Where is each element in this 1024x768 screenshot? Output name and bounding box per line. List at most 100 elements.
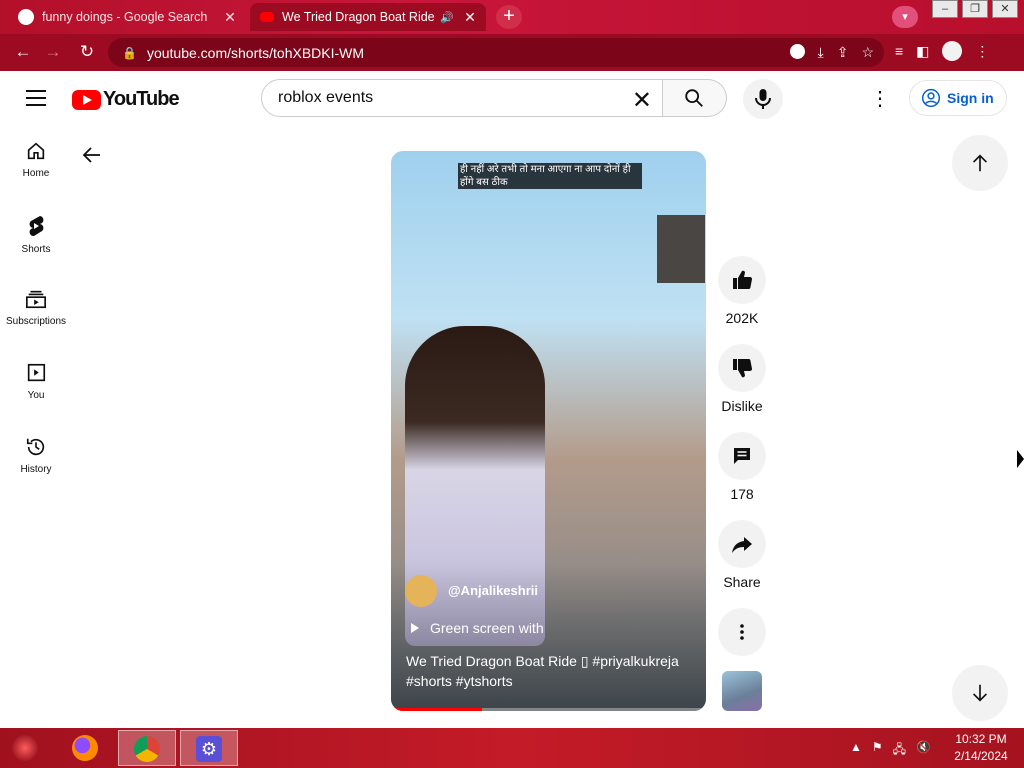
- more-vertical-icon: [740, 624, 744, 640]
- close-tab-icon[interactable]: ✕: [220, 9, 240, 26]
- back-button[interactable]: ←: [12, 42, 34, 62]
- more-action: [717, 608, 767, 662]
- like-action: 202K: [717, 256, 767, 326]
- channel-avatar[interactable]: [405, 575, 437, 607]
- guide-item-subscriptions[interactable]: Subscriptions: [0, 288, 72, 362]
- taskbar-firefox[interactable]: [60, 730, 112, 766]
- address-bar[interactable]: 🔒 youtube.com/shorts/tohXBDKI-WM ⤓ ⇪ ☆: [108, 38, 884, 67]
- shorts-icon: [29, 216, 44, 237]
- forward-button[interactable]: →: [42, 42, 64, 62]
- guide-label: Home: [22, 168, 50, 179]
- taskbar-settings[interactable]: ⚙: [180, 730, 238, 766]
- video-progress-bar[interactable]: [391, 708, 706, 711]
- firefox-icon: [72, 735, 98, 761]
- thumbs-down-icon: [733, 359, 753, 378]
- clear-search-icon[interactable]: ✕: [632, 86, 652, 115]
- video-progress-fill: [391, 708, 483, 711]
- shorts-video-player[interactable]: ही नहीं अरे तभी तो मना आएगा ना आप दोनों …: [391, 151, 706, 711]
- bookmark-star-icon[interactable]: ☆: [861, 44, 874, 61]
- dislike-action: Dislike: [717, 344, 767, 414]
- comments-action: 178: [717, 432, 767, 502]
- minimize-button[interactable]: –: [932, 0, 958, 18]
- next-short-button[interactable]: [952, 665, 1008, 721]
- network-icon[interactable]: 🖧: [893, 740, 906, 761]
- search-icon: [685, 89, 703, 107]
- browser-tab-strip: funny doings - Google Search ✕ We Tried …: [0, 0, 1024, 34]
- account-circle-icon: [921, 88, 941, 108]
- profile-avatar-icon[interactable]: [942, 41, 963, 61]
- arrow-down-icon: [972, 684, 988, 702]
- logo-wordmark: YouTube: [103, 88, 180, 110]
- close-tab-icon[interactable]: ✕: [460, 9, 480, 26]
- more-options-button[interactable]: [718, 608, 766, 656]
- maximize-button[interactable]: ❐: [962, 0, 988, 18]
- google-lens-icon[interactable]: [789, 44, 805, 59]
- reload-button[interactable]: ↻: [76, 42, 98, 62]
- speaker-icon[interactable]: 🔊: [440, 11, 454, 24]
- sound-play-icon: [411, 623, 419, 633]
- guide-label: Shorts: [21, 244, 51, 255]
- media-controls-icon[interactable]: ≡: [895, 43, 903, 61]
- voice-search-button[interactable]: [743, 79, 783, 119]
- url-text: youtube.com/shorts/tohXBDKI-WM: [146, 44, 365, 61]
- action-center-flag-icon[interactable]: ⚑: [872, 740, 883, 761]
- comments-button[interactable]: [718, 432, 766, 480]
- show-hidden-icons-icon[interactable]: ▲: [850, 740, 862, 761]
- previous-short-button[interactable]: [952, 135, 1008, 191]
- new-tab-button[interactable]: +: [496, 5, 522, 29]
- chrome-menu-icon[interactable]: ⋮: [975, 43, 989, 61]
- comment-icon: [734, 448, 750, 464]
- share-button[interactable]: [718, 520, 766, 568]
- share-action: Share: [717, 520, 767, 590]
- search-button[interactable]: [663, 79, 727, 117]
- share-label: Share: [723, 574, 761, 590]
- windows-taskbar: ⚙ ▲ ⚑ 🖧 🔇 10:32 PM 2/14/2024: [0, 728, 1024, 768]
- subscriptions-icon: [26, 290, 46, 309]
- sign-in-button[interactable]: Sign in: [909, 80, 1007, 116]
- tab-google-search[interactable]: funny doings - Google Search ✕: [8, 3, 246, 31]
- channel-name[interactable]: @Anjalikeshrii: [448, 583, 538, 598]
- close-window-button[interactable]: ✕: [992, 0, 1018, 18]
- back-arrow-icon[interactable]: [80, 143, 104, 167]
- dislike-label: Dislike: [721, 398, 763, 414]
- video-caption: ही नहीं अरे तभी तो मना आएगा ना आप दोनों …: [458, 163, 642, 189]
- like-button[interactable]: [718, 256, 766, 304]
- start-button[interactable]: [0, 730, 52, 766]
- you-icon: [27, 363, 46, 382]
- youtube-masthead: YouTube roblox events ✕ ⋮ Sign in: [0, 71, 1024, 127]
- mini-guide: Home Shorts Subscriptions You History: [0, 140, 72, 510]
- guide-label: Subscriptions: [5, 316, 67, 327]
- guide-item-shorts[interactable]: Shorts: [0, 214, 72, 288]
- mouse-cursor-icon: [1017, 450, 1024, 468]
- sound-link[interactable]: Green screen with: [430, 620, 544, 636]
- tab-search-chevron-icon[interactable]: ▾: [892, 6, 918, 28]
- guide-item-history[interactable]: History: [0, 436, 72, 510]
- youtube-logo[interactable]: YouTube: [72, 88, 180, 111]
- install-icon[interactable]: ⤓: [818, 44, 824, 61]
- window-controls: – ❐ ✕: [928, 0, 1018, 18]
- video-title: We Tried Dragon Boat Ride ▯ #priyalkukre…: [406, 653, 679, 689]
- guide-label: History: [20, 464, 52, 475]
- thumbs-up-icon: [733, 270, 753, 289]
- settings-gear-icon: ⚙: [196, 736, 222, 762]
- taskbar-chrome[interactable]: [118, 730, 176, 766]
- sound-thumbnail[interactable]: [722, 671, 762, 711]
- youtube-favicon-icon: [260, 12, 274, 22]
- browser-toolbar: ← → ↻ 🔒 youtube.com/shorts/tohXBDKI-WM ⤓…: [0, 34, 1024, 71]
- search-input[interactable]: roblox events ✕: [261, 79, 663, 117]
- guide-menu-icon[interactable]: [26, 90, 46, 111]
- tab-youtube-short[interactable]: We Tried Dragon Boat Ride 🔊 ✕: [250, 3, 486, 31]
- side-panel-icon[interactable]: ◧: [916, 43, 929, 61]
- volume-muted-icon[interactable]: 🔇: [916, 740, 931, 761]
- share-icon[interactable]: ⇪: [837, 44, 849, 61]
- settings-menu-icon[interactable]: ⋮: [868, 89, 892, 109]
- dislike-button[interactable]: [718, 344, 766, 392]
- guide-item-home[interactable]: Home: [0, 140, 72, 214]
- tab-title: funny doings - Google Search: [42, 10, 208, 24]
- sign-in-label: Sign in: [947, 90, 994, 106]
- clock-date: 2/14/2024: [954, 749, 1008, 763]
- guide-item-you[interactable]: You: [0, 362, 72, 436]
- taskbar-clock[interactable]: 10:32 PM 2/14/2024: [946, 731, 1016, 765]
- share-arrow-icon: [732, 537, 752, 553]
- clock-time: 10:32 PM: [955, 732, 1007, 746]
